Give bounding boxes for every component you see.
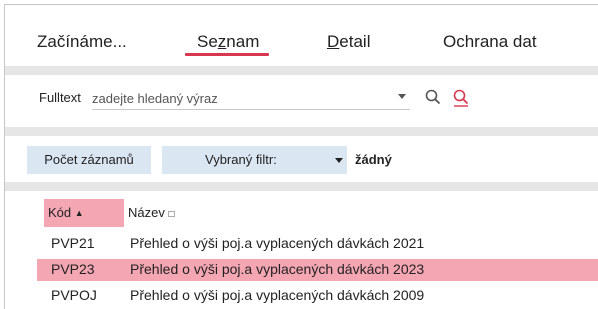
- sort-none-icon: □: [168, 209, 175, 220]
- tab-zaciname[interactable]: Začínáme...: [37, 32, 127, 52]
- divider: [5, 127, 598, 136]
- filter-select[interactable]: Vybraný filtr:: [162, 146, 347, 174]
- divider: [5, 182, 598, 191]
- column-header-nazev[interactable]: Název □: [128, 205, 175, 220]
- cell-kod: PVP23: [51, 261, 95, 277]
- cell-nazev: Přehled o výši poj.a vyplacených dávkách…: [130, 235, 425, 251]
- cell-kod: PVPOJ: [51, 287, 97, 303]
- table-row-selected[interactable]: PVP23 Přehled o výši poj.a vyplacených d…: [37, 259, 598, 281]
- table-row[interactable]: PVPOJ Přehled o výši poj.a vyplacených d…: [37, 285, 598, 307]
- column-header-kod[interactable]: Kód ▲: [48, 205, 84, 220]
- fulltext-label: Fulltext: [39, 90, 81, 105]
- cell-nazev: Přehled o výši poj.a vyplacených dávkách…: [130, 261, 425, 277]
- search-icon[interactable]: [425, 89, 441, 109]
- cell-kod: PVP21: [51, 235, 95, 251]
- tab-seznam[interactable]: Seznam: [197, 32, 259, 52]
- divider: [5, 66, 598, 75]
- advanced-search-icon[interactable]: [453, 89, 469, 111]
- tab-bar: Začínáme... Seznam Detail Ochrana dat: [5, 5, 598, 66]
- table-row[interactable]: PVP21 Přehled o výši poj.a vyplacených d…: [37, 233, 598, 255]
- chevron-down-icon: [335, 158, 343, 163]
- active-tab-indicator: [185, 53, 269, 56]
- cell-nazev: Přehled o výši poj.a vyplacených dávkách…: [130, 287, 425, 303]
- filter-label: Vybraný filtr:: [205, 152, 277, 167]
- record-count-button[interactable]: Počet záznamů: [27, 146, 151, 174]
- search-combobox[interactable]: [92, 88, 410, 110]
- tab-detail[interactable]: Detail: [327, 32, 370, 52]
- chevron-down-icon[interactable]: [398, 94, 406, 99]
- sort-ascending-icon: ▲: [74, 208, 84, 218]
- filter-value: žádný: [355, 152, 392, 167]
- search-input[interactable]: [92, 88, 382, 108]
- tab-ochrana-dat[interactable]: Ochrana dat: [443, 32, 537, 52]
